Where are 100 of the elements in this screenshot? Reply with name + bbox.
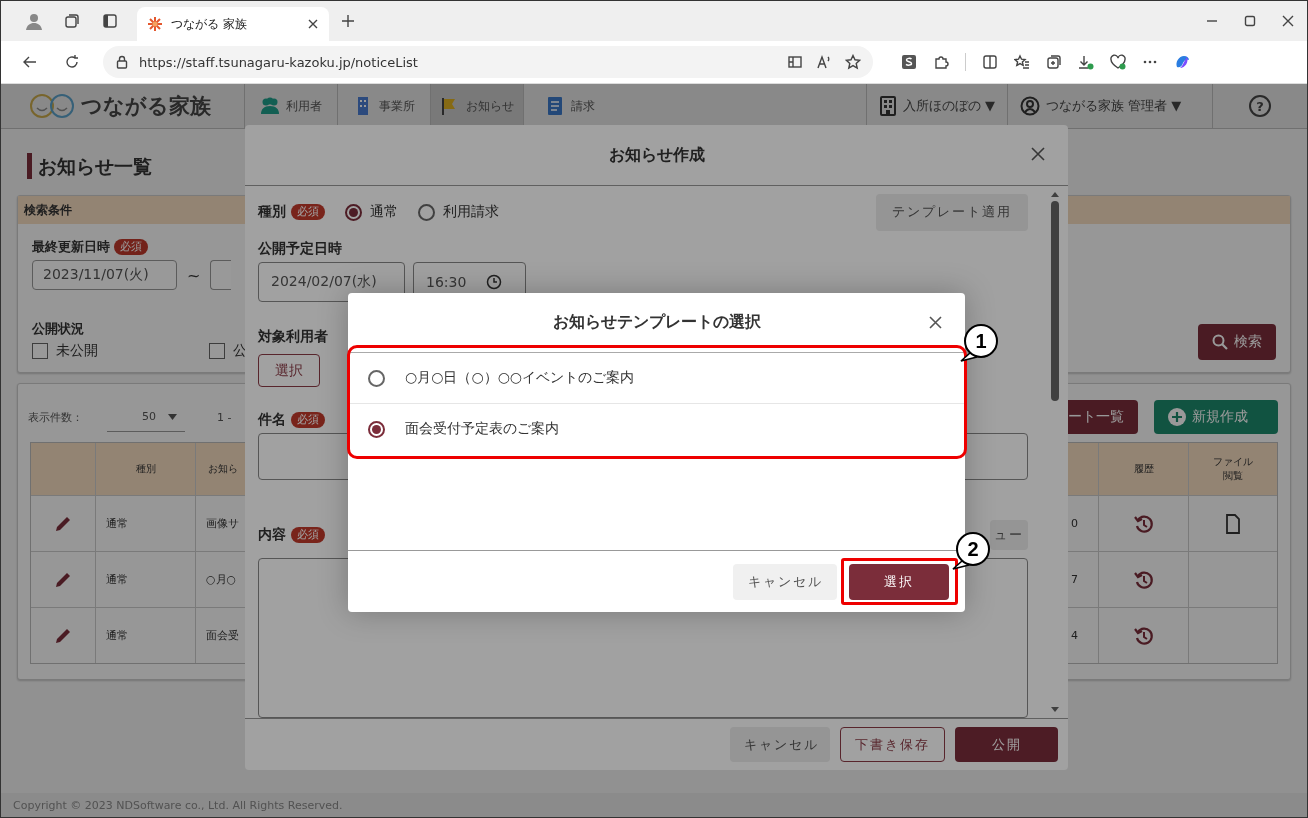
- search-icon: [1212, 334, 1228, 350]
- close-icon[interactable]: [928, 315, 943, 330]
- save-draft-button[interactable]: 下書き保存: [840, 727, 945, 762]
- radio-label[interactable]: 通常: [370, 203, 398, 221]
- table-cell: 7: [1071, 573, 1078, 586]
- date-field[interactable]: [210, 260, 232, 290]
- checkbox[interactable]: [209, 343, 225, 359]
- history-icon: [1133, 625, 1154, 646]
- history-icon: [1133, 569, 1154, 590]
- field-label: 対象利用者: [258, 328, 328, 346]
- date-field[interactable]: 2023/11/07(火): [32, 260, 177, 290]
- copyright-text: Copyright © 2023 NDSoftware co., Ltd. All Rights Reserved.: [13, 798, 343, 812]
- read-aloud-icon[interactable]: [816, 54, 832, 70]
- callout-number: 1: [975, 330, 987, 352]
- page-size-label: 表示件数：: [28, 409, 83, 425]
- field-label: 内容: [258, 526, 286, 544]
- close-icon[interactable]: [307, 18, 319, 30]
- back-icon[interactable]: [22, 54, 38, 70]
- table-cell: 画像サ: [206, 516, 239, 531]
- radio-button[interactable]: [345, 203, 362, 221]
- address-bar[interactable]: https://staff.tsunagaru-kazoku.jp/noticeList: [103, 46, 873, 78]
- preview-button[interactable]: ュー: [990, 520, 1028, 550]
- radio-label[interactable]: 利用請求: [443, 203, 499, 221]
- panel-title: 検索条件: [24, 201, 72, 219]
- sidebar-icon[interactable]: [102, 13, 118, 29]
- radio-button[interactable]: [368, 369, 385, 387]
- new-button[interactable]: 新規作成: [1154, 400, 1278, 434]
- smiley-pair-icon: [29, 93, 75, 119]
- user-icon: [1020, 96, 1040, 116]
- field-label: 公開予定日時: [258, 240, 342, 258]
- callout-number: 2: [967, 538, 979, 560]
- tab-actions-icon[interactable]: [64, 13, 80, 29]
- app-logo-text: つながる家族: [81, 93, 211, 120]
- select-button[interactable]: 選択: [849, 563, 949, 600]
- checkbox[interactable]: [32, 343, 48, 359]
- table-cell: 面会受: [206, 628, 239, 643]
- page-title: お知らせ一覧: [27, 153, 152, 179]
- required-badge: 必須: [114, 239, 148, 255]
- favorites-icon[interactable]: [1014, 54, 1030, 70]
- caret-icon: [168, 413, 177, 420]
- people-icon: [260, 96, 280, 116]
- template-option[interactable]: 面会受付予定表のご案内: [405, 420, 559, 438]
- clock-icon: [486, 274, 503, 290]
- checkbox-label: 公: [233, 342, 247, 360]
- radio-button[interactable]: [418, 203, 435, 221]
- tab-title: つながる 家族: [171, 15, 248, 33]
- heart-icon[interactable]: [1110, 54, 1126, 70]
- help-button[interactable]: ?: [1249, 95, 1271, 117]
- close-icon[interactable]: [1282, 15, 1294, 27]
- apply-template-button[interactable]: テンプレート適用: [876, 193, 1028, 231]
- cancel-button[interactable]: キャンセル: [733, 563, 837, 600]
- cancel-button[interactable]: キャンセル: [730, 727, 830, 762]
- table-cell: 4: [1071, 629, 1078, 642]
- template-option[interactable]: ○月○日（○）○○イベントのご案内: [405, 369, 635, 387]
- page-size-select[interactable]: 50: [107, 402, 185, 432]
- file-icon[interactable]: [1225, 513, 1241, 534]
- plus-icon[interactable]: [340, 13, 356, 29]
- refresh-icon[interactable]: [64, 54, 80, 70]
- record-range: 1 -: [217, 410, 232, 424]
- modal-title: お知らせ作成: [608, 144, 705, 166]
- required-badge: 必須: [291, 204, 325, 220]
- checkbox-label: 未公開: [56, 342, 98, 360]
- search-button[interactable]: 検索: [1198, 324, 1276, 360]
- close-icon[interactable]: [1030, 146, 1046, 162]
- column-header: 種別: [135, 462, 156, 476]
- split-screen-icon[interactable]: [982, 54, 998, 70]
- document-icon: [545, 96, 565, 116]
- table-cell: 通常: [106, 628, 128, 643]
- nav-tab[interactable]: お知らせ: [430, 84, 523, 128]
- column-header: 履歴: [1133, 462, 1154, 476]
- collections-icon[interactable]: [1046, 54, 1062, 70]
- field-label: 最終更新日時: [32, 238, 110, 256]
- star-icon[interactable]: [845, 54, 861, 70]
- table-cell: ○月○: [206, 572, 237, 587]
- radio-button[interactable]: [368, 420, 385, 438]
- profile-icon[interactable]: [24, 11, 44, 31]
- required-badge: 必須: [291, 527, 325, 543]
- field-label: 公開状況: [32, 320, 84, 338]
- publish-button[interactable]: 公開: [955, 727, 1058, 762]
- table-cell: 0: [1071, 517, 1078, 530]
- browser-tab[interactable]: つながる 家族: [137, 7, 329, 41]
- field-label: 件名: [258, 411, 286, 429]
- column-header: お知ら: [208, 462, 238, 476]
- range-separator: ~: [187, 265, 201, 285]
- modal-title: お知らせテンプレートの選択: [552, 312, 761, 333]
- table-cell: 通常: [106, 572, 128, 587]
- download-icon[interactable]: [1078, 54, 1094, 70]
- plus-circle-icon: [1168, 408, 1186, 426]
- table-cell: 通常: [106, 516, 128, 531]
- flower-icon: [147, 16, 163, 32]
- lock-icon: [115, 55, 129, 69]
- s-square-icon[interactable]: [901, 54, 917, 70]
- select-users-button[interactable]: 選択: [258, 354, 320, 387]
- swirl-icon[interactable]: [1174, 54, 1190, 70]
- required-badge: 必須: [291, 412, 325, 428]
- field-label: 種別: [258, 203, 286, 221]
- history-icon: [1133, 513, 1154, 534]
- puzzle-icon[interactable]: [933, 54, 949, 70]
- maximize-icon[interactable]: [1244, 15, 1256, 27]
- grid-icon[interactable]: [787, 54, 803, 70]
